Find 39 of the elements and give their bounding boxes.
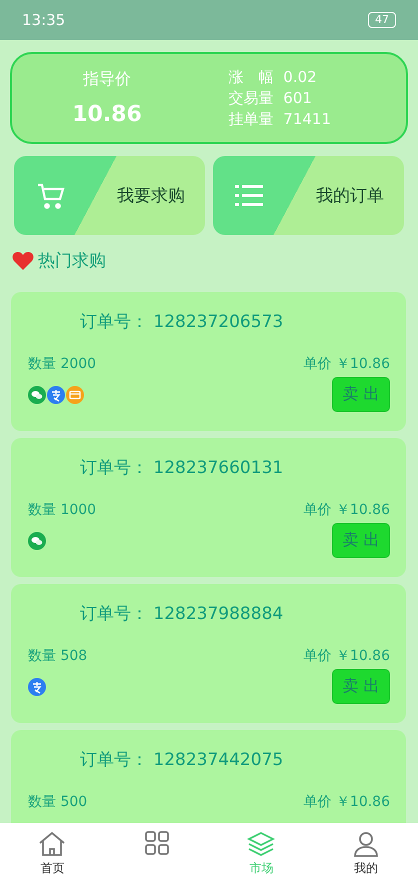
user-icon	[352, 831, 379, 857]
quantity-text: 数量 1000	[28, 501, 96, 519]
order-number: 订单号： 128237206573	[79, 311, 284, 333]
quantity-text: 数量 2000	[28, 355, 96, 373]
home-icon	[38, 831, 66, 857]
unit-price-text: 单价 ￥10.86	[303, 355, 390, 373]
unit-price-text: 单价 ￥10.86	[303, 793, 390, 811]
layers-icon	[247, 831, 276, 857]
grid-icon	[144, 831, 169, 855]
nav-label: 首页	[40, 860, 64, 877]
list-icon	[235, 184, 263, 206]
card-icon	[66, 386, 84, 404]
status-time: 13:35	[22, 11, 66, 29]
order-number: 订单号： 128237988884	[79, 603, 284, 625]
unit-price-text: 单价 ￥10.86	[303, 647, 390, 665]
section-title: 热门求购	[38, 250, 106, 272]
chat-bubbles-icon	[28, 532, 46, 550]
chat-bubbles-icon	[28, 386, 46, 404]
action-button[interactable]: 我的订单	[213, 156, 404, 235]
stat-line: 挂单量 71411	[228, 110, 331, 128]
quantity-text: 数量 500	[28, 793, 88, 811]
nav-label: 市场	[249, 860, 274, 877]
payment-app-icon	[28, 678, 46, 696]
guide-price-value: 10.86	[72, 102, 142, 127]
unit-price-text: 单价 ￥10.86	[303, 501, 390, 519]
stat-line: 交易量 601	[228, 88, 313, 108]
nav-tab[interactable]: 我的	[314, 823, 418, 883]
battery-indicator: 47	[368, 12, 396, 28]
payment-app-icon	[47, 386, 65, 404]
heart-icon	[12, 250, 34, 270]
cart-icon	[36, 182, 66, 210]
order-number: 订单号： 128237442075	[79, 749, 284, 771]
action-button[interactable]: 我要求购	[14, 156, 205, 235]
guide-price-label: 指导价	[83, 69, 131, 90]
order-number: 订单号： 128237660131	[79, 457, 284, 479]
nav-tab[interactable]: 首页	[0, 823, 104, 883]
quantity-text: 数量 508	[28, 647, 88, 665]
stat-line: 涨 幅 0.02	[228, 68, 318, 86]
nav-label: 我的	[354, 860, 378, 877]
